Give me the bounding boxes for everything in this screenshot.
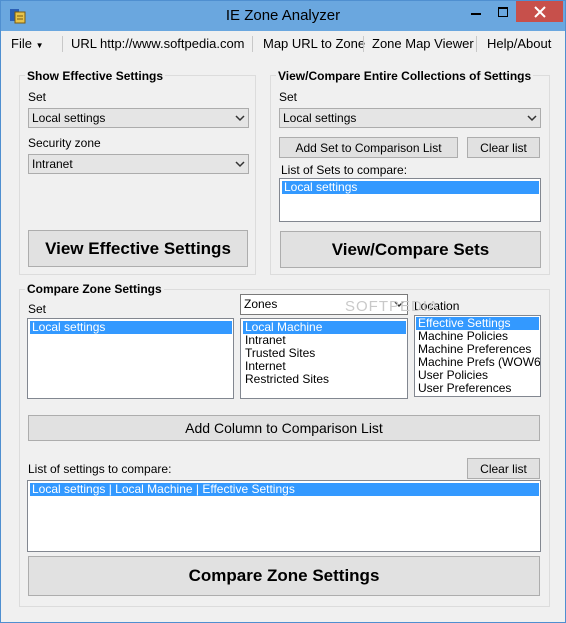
clear-sets-button[interactable]: Clear list [467, 137, 540, 158]
close-button[interactable] [516, 1, 563, 22]
compare-zone-title: Compare Zone Settings [25, 282, 164, 296]
clear-settings-button[interactable]: Clear list [467, 458, 540, 479]
zones-dropdown-value: Zones [244, 297, 278, 311]
list-item[interactable]: Local settings [282, 181, 539, 194]
list-item[interactable]: Local settings [30, 321, 232, 334]
effective-set-value: Local settings [32, 111, 106, 125]
compare-set-label: Set [28, 302, 47, 316]
close-icon [533, 5, 546, 18]
menu-bar: File ▼ URL http://www.softpedia.com Map … [1, 31, 565, 57]
chevron-down-icon [527, 115, 537, 122]
sets-list-label: List of Sets to compare: [281, 163, 408, 177]
menu-separator [62, 36, 63, 52]
compare-set-list[interactable]: Local settings [27, 318, 234, 399]
settings-compare-list[interactable]: Local settings | Local Machine | Effecti… [27, 480, 541, 552]
collections-set-value: Local settings [283, 111, 357, 125]
list-item[interactable]: Local settings | Local Machine | Effecti… [30, 483, 539, 496]
minimize-icon [470, 12, 481, 15]
menu-zone-map-viewer[interactable]: Zone Map Viewer [372, 35, 474, 53]
title-bar[interactable]: IE Zone Analyzer [1, 1, 565, 31]
menu-separator [476, 36, 477, 52]
softpedia-watermark: SOFTPEDIA [345, 298, 440, 315]
url-input[interactable]: http://www.softpedia.com [100, 35, 245, 53]
chevron-down-icon: ▼ [35, 41, 44, 50]
effective-set-label: Set [28, 90, 47, 104]
maximize-button[interactable] [489, 1, 516, 22]
settings-list-label: List of settings to compare: [28, 462, 172, 476]
list-item[interactable]: Restricted Sites [243, 373, 407, 386]
location-list[interactable]: Effective Settings Machine Policies Mach… [414, 315, 541, 397]
add-set-button[interactable]: Add Set to Comparison List [279, 137, 458, 158]
menu-separator [363, 36, 364, 52]
collections-title: View/Compare Entire Collections of Setti… [276, 69, 534, 83]
menu-separator [252, 36, 253, 52]
chevron-down-icon [235, 115, 245, 122]
view-effective-settings-button[interactable]: View Effective Settings [28, 230, 248, 267]
security-zone-value: Intranet [32, 157, 73, 171]
minimize-button[interactable] [462, 1, 489, 22]
menu-file[interactable]: File ▼ [11, 35, 44, 53]
security-zone-label: Security zone [28, 136, 101, 150]
effective-settings-title: Show Effective Settings [25, 69, 166, 83]
menu-file-label: File [11, 36, 32, 51]
add-column-button[interactable]: Add Column to Comparison List [28, 415, 540, 441]
compare-zone-settings-button[interactable]: Compare Zone Settings [28, 556, 540, 596]
chevron-down-icon [235, 161, 245, 168]
view-compare-sets-button[interactable]: View/Compare Sets [280, 231, 541, 268]
app-window: IE Zone Analyzer File ▼ URL http://www.s… [0, 0, 566, 623]
menu-help-about[interactable]: Help/About [487, 35, 551, 53]
security-zone-dropdown[interactable]: Intranet [28, 154, 249, 174]
menu-map-url-to-zone[interactable]: Map URL to Zone [263, 35, 365, 53]
sets-list[interactable]: Local settings [279, 178, 541, 222]
url-label: URL [71, 36, 98, 51]
collections-set-dropdown[interactable]: Local settings [279, 108, 541, 128]
maximize-icon [497, 6, 508, 17]
collections-set-label: Set [279, 90, 298, 104]
list-item[interactable]: User Preferences [416, 382, 540, 395]
effective-set-dropdown[interactable]: Local settings [28, 108, 249, 128]
zones-list[interactable]: Local Machine Intranet Trusted Sites Int… [240, 318, 408, 399]
